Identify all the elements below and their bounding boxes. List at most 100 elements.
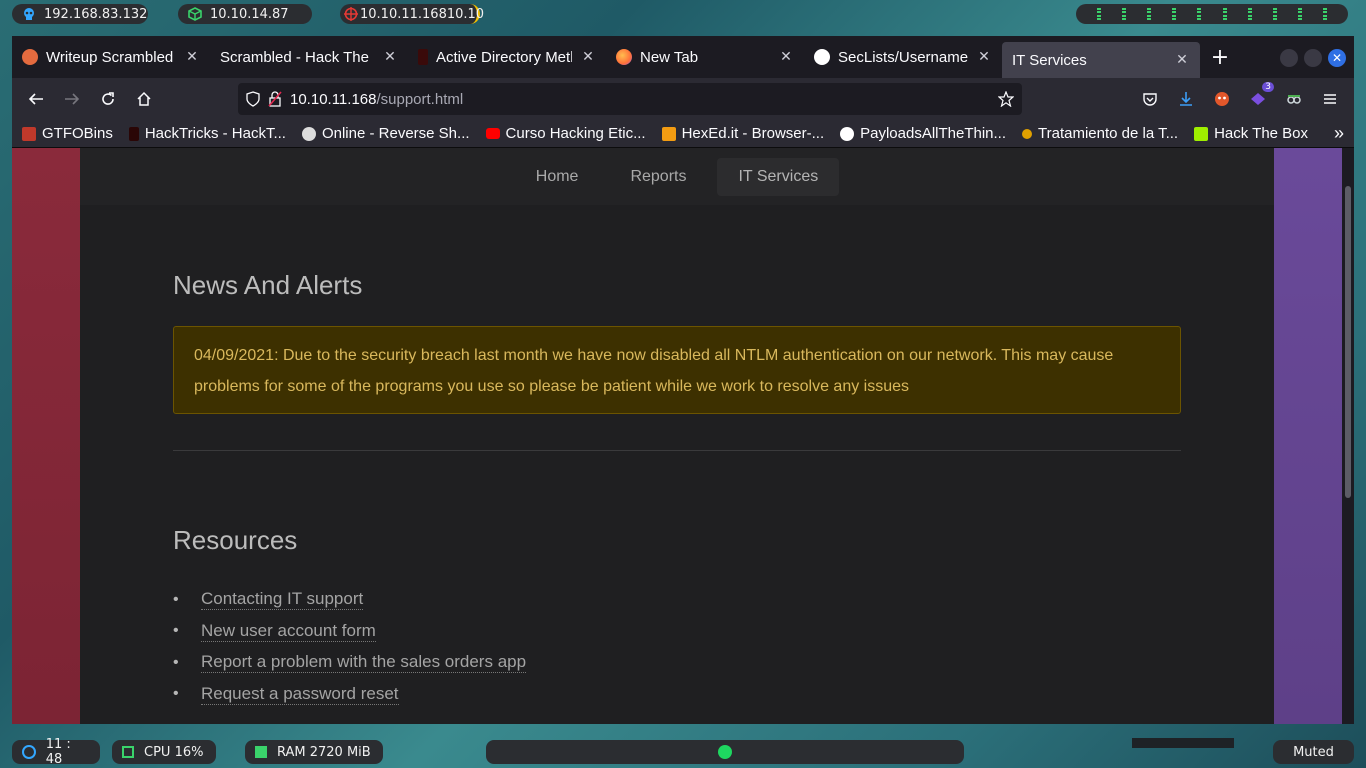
security-alert: 04/09/2021: Due to the security breach l… (173, 326, 1181, 414)
list-item: Report a problem with the sales orders a… (173, 647, 527, 679)
system-bottom-bar: 11 : 48 CPU 16% RAM 2720 MiB Muted (0, 737, 1366, 768)
ram-text: RAM 2720 MiB (277, 744, 371, 760)
url-bar[interactable]: 10.10.11.168/support.html (238, 83, 1022, 115)
clock-widget[interactable]: 11 : 48 (12, 737, 100, 767)
arrow-right-icon (65, 93, 80, 105)
resources-heading: Resources (173, 525, 298, 555)
local-ip-text: 192.168.83.132 (44, 6, 148, 22)
bookmark-star-icon[interactable] (998, 91, 1014, 107)
toolbar-right: 3 (1134, 82, 1346, 115)
site-container: Home Reports IT Services News And Alerts… (80, 148, 1274, 724)
nav-it-services-link[interactable]: IT Services (717, 157, 840, 196)
bookmark-label: HexEd.it - Browser-... (681, 125, 825, 142)
tab-title: SecLists/Usernames a (838, 48, 968, 66)
vpn-ip-widget[interactable]: 10.10.14.87 (178, 4, 312, 24)
clock-text: 11 : 48 (45, 737, 71, 767)
url-path: /support.html (376, 90, 464, 108)
reload-button[interactable] (92, 83, 124, 115)
back-button[interactable] (20, 83, 52, 115)
tab-hackthebox[interactable]: Scrambled - Hack The Bo ✕ (210, 36, 408, 78)
bookmark-reverse-shell[interactable]: Online - Reverse Sh... (301, 125, 470, 142)
extension-badge: 3 (1262, 82, 1274, 92)
target-ip-widget[interactable]: 10.10.11.16810.10 (340, 4, 484, 24)
bookmarks-toolbar: GTFOBins HackTricks - HackT... Online - … (12, 120, 1354, 148)
cpu-text: CPU 16% (144, 744, 204, 760)
tab-active-directory[interactable]: Active Directory Meth ✕ (408, 36, 606, 78)
navigation-toolbar: 10.10.11.168/support.html 3 (12, 78, 1354, 120)
htb-cube-icon (1194, 126, 1209, 141)
hamburger-icon (1324, 94, 1336, 104)
hacktricks-icon (128, 126, 139, 141)
bookmark-payloads[interactable]: PayloadsAllTheThin... (840, 125, 1006, 142)
new-tab-button[interactable]: + (1204, 45, 1236, 70)
close-icon[interactable]: ✕ (184, 49, 200, 65)
tab-it-services[interactable]: IT Services ✕ (1002, 42, 1200, 78)
tab-new-tab[interactable]: New Tab ✕ (606, 36, 804, 78)
extension-button-3[interactable] (1278, 83, 1310, 115)
insecure-lock-icon (268, 91, 282, 107)
volume-widget[interactable]: Muted (1273, 740, 1354, 764)
close-icon[interactable]: ✕ (580, 49, 596, 65)
bookmark-hackthebox[interactable]: Hack The Box (1194, 125, 1308, 142)
close-icon[interactable]: ✕ (1174, 52, 1190, 68)
spotify-widget[interactable] (486, 740, 964, 764)
tab-seclists[interactable]: SecLists/Usernames a ✕ (804, 36, 1002, 78)
url-host: 10.10.11.168 (290, 90, 377, 108)
close-window-button[interactable]: ✕ (1328, 49, 1346, 67)
window-controls: ✕ (1280, 49, 1346, 67)
contacting-it-support-link[interactable]: Contacting IT support (201, 589, 364, 611)
bookmark-tratamiento[interactable]: Tratamiento de la T... (1022, 125, 1178, 142)
home-button[interactable] (128, 83, 160, 115)
tab-title: Active Directory Meth (436, 48, 572, 66)
forward-button[interactable] (56, 83, 88, 115)
downloads-button[interactable] (1170, 83, 1202, 115)
arrow-left-icon (28, 93, 43, 105)
ram-widget[interactable]: RAM 2720 MiB (245, 740, 383, 764)
bookmark-label: GTFOBins (42, 125, 113, 142)
cpu-chip-icon (122, 746, 134, 758)
request-password-reset-link[interactable]: Request a password reset (201, 684, 399, 705)
news-heading: News And Alerts (173, 270, 363, 300)
nav-home-link[interactable]: Home (515, 158, 600, 196)
bookmark-hacktricks[interactable]: HackTricks - HackT... (128, 125, 286, 142)
page-scrollbar[interactable] (1342, 148, 1354, 724)
github-icon (814, 49, 830, 65)
minimize-button[interactable] (1280, 49, 1298, 67)
bookmark-label: Curso Hacking Etic... (505, 125, 646, 142)
skull-icon (301, 126, 316, 141)
close-icon[interactable]: ✕ (976, 49, 992, 65)
tab-writeup[interactable]: Writeup Scrambled H ✕ (12, 36, 210, 78)
site-navbar: Home Reports IT Services (80, 148, 1274, 205)
volume-text: Muted (1293, 744, 1334, 760)
pocket-button[interactable] (1134, 83, 1166, 115)
hexed-icon (661, 126, 676, 141)
divider (173, 450, 1181, 451)
tab-favicon-icon (418, 49, 428, 65)
radiation-icon (1022, 128, 1033, 139)
github-icon (840, 126, 855, 141)
extension-button-1[interactable] (1206, 83, 1238, 115)
workspace-indicator[interactable] (1076, 4, 1348, 24)
report-problem-sales-orders-link[interactable]: Report a problem with the sales orders a… (201, 652, 527, 674)
cpu-widget[interactable]: CPU 16% (112, 740, 216, 764)
spy-glasses-icon (1287, 95, 1301, 104)
bookmark-gtfobins[interactable]: GTFOBins (22, 125, 113, 142)
new-user-account-form-link[interactable]: New user account form (201, 621, 376, 642)
close-icon[interactable]: ✕ (382, 49, 398, 65)
menu-button[interactable] (1314, 83, 1346, 115)
pocket-icon (1143, 93, 1157, 106)
bookmark-label: Tratamiento de la T... (1038, 125, 1179, 142)
local-ip-widget[interactable]: 192.168.83.132 (12, 4, 148, 24)
bookmark-curso-hacking[interactable]: Curso Hacking Etic... (485, 125, 646, 142)
scrollbar-thumb[interactable] (1345, 186, 1351, 498)
extension-button-2[interactable]: 3 (1242, 82, 1274, 115)
youtube-icon (485, 128, 500, 139)
download-icon (1180, 92, 1192, 106)
nav-reports-link[interactable]: Reports (609, 158, 707, 196)
firefox-icon (616, 49, 632, 65)
maximize-button[interactable] (1304, 49, 1322, 67)
bookmark-hexed[interactable]: HexEd.it - Browser-... (661, 125, 825, 142)
skull-icon (22, 7, 36, 21)
close-icon[interactable]: ✕ (778, 49, 794, 65)
chevron-right-icon[interactable]: » (1334, 123, 1344, 144)
